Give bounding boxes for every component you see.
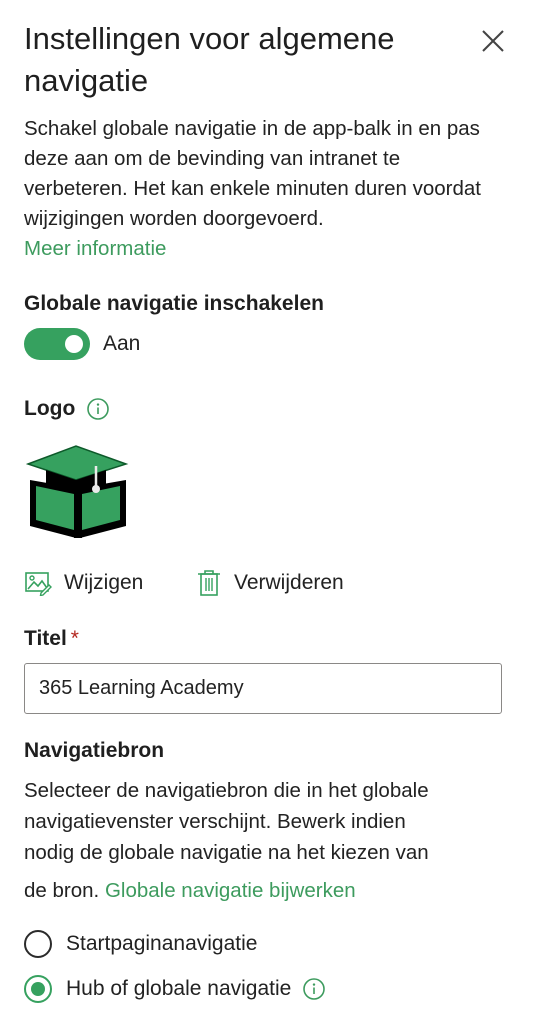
toggle-knob bbox=[65, 335, 83, 353]
title-input[interactable] bbox=[24, 663, 502, 714]
change-logo-button[interactable]: Wijzigen bbox=[24, 567, 143, 599]
logo-label-row: Logo bbox=[24, 397, 110, 421]
radio-button-checked[interactable] bbox=[24, 975, 52, 1003]
radio-button-unchecked[interactable] bbox=[24, 930, 52, 958]
global-nav-toggle-row: Aan bbox=[24, 328, 140, 360]
panel-title: Instellingen voor algemene navigatie bbox=[24, 21, 395, 98]
close-button[interactable] bbox=[478, 26, 508, 56]
remove-logo-button[interactable]: Verwijderen bbox=[196, 567, 344, 599]
panel-description: Schakel globale navigatie in de app-balk… bbox=[24, 114, 504, 264]
logo-label: Logo bbox=[24, 397, 76, 420]
nav-source-desc-line-2: navigatievenster verschijnt. Bewerk indi… bbox=[24, 810, 406, 833]
trash-icon bbox=[198, 570, 220, 596]
more-info-link[interactable]: Meer informatie bbox=[24, 234, 504, 264]
image-edit-icon bbox=[25, 572, 52, 596]
hub-info-button[interactable] bbox=[303, 978, 326, 1000]
required-marker: * bbox=[70, 627, 79, 650]
change-logo-label: Wijzigen bbox=[64, 571, 144, 594]
global-nav-toggle[interactable] bbox=[24, 328, 90, 360]
nav-source-label: Navigatiebron bbox=[24, 739, 165, 762]
radio-option-hub[interactable]: Hub of globale navigatie bbox=[24, 972, 326, 1006]
title-field-label: Titel * bbox=[24, 627, 79, 651]
radio-option-label: Startpaginanavigatie bbox=[66, 932, 258, 955]
radio-option-label: Hub of globale navigatie bbox=[66, 977, 292, 1000]
close-icon bbox=[482, 30, 504, 52]
nav-source-desc-line-1: Selecteer de navigatiebron die in het gl… bbox=[24, 779, 429, 802]
info-icon bbox=[87, 398, 110, 421]
global-navigation-settings-panel: Instellingen voor algemene navigatie Sch… bbox=[0, 0, 542, 1024]
edit-global-nav-link[interactable]: Globale navigatie bijwerken bbox=[105, 879, 356, 902]
radio-option-startpage[interactable]: Startpaginanavigatie bbox=[24, 927, 257, 961]
logo-info-button[interactable] bbox=[87, 397, 110, 421]
nav-source-description: Selecteer de navigatiebron die in het gl… bbox=[24, 775, 504, 906]
nav-source-desc-line-3: nodig de globale navigatie na het kiezen… bbox=[24, 841, 429, 864]
info-icon bbox=[303, 978, 326, 1000]
remove-logo-label: Verwijderen bbox=[234, 571, 344, 594]
nav-source-desc-last-line: de bron. Globale navigatie bijwerken bbox=[24, 875, 504, 906]
site-logo-image bbox=[26, 445, 129, 538]
title-label-text: Titel bbox=[24, 627, 67, 650]
toggle-state-label: Aan bbox=[103, 332, 141, 355]
nav-source-desc-line-4: de bron. bbox=[24, 879, 100, 902]
global-nav-label: Globale navigatie inschakelen bbox=[24, 292, 324, 315]
description-text: Schakel globale navigatie in de app-balk… bbox=[24, 117, 481, 230]
